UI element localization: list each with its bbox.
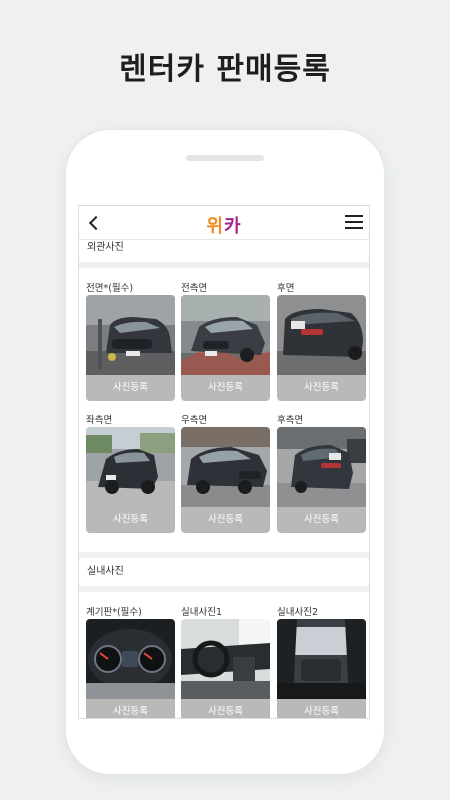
car-photo-right-side[interactable] xyxy=(181,427,270,507)
card-label: 실내사진1 xyxy=(181,607,223,618)
interior-section-header: 실내사진 xyxy=(79,558,369,586)
phone-speaker xyxy=(186,155,264,161)
register-photo-button[interactable]: 사진등록 xyxy=(86,699,175,718)
register-photo-button[interactable]: 사진등록 xyxy=(86,375,175,401)
app-header: 위카 xyxy=(79,206,369,240)
register-photo-button[interactable]: 사진등록 xyxy=(277,699,366,718)
register-photo-button[interactable]: 사진등록 xyxy=(181,699,270,718)
register-photo-button[interactable]: 사진등록 xyxy=(181,375,270,401)
hamburger-icon-line xyxy=(345,221,363,223)
car-photo-left-side[interactable] xyxy=(86,427,175,507)
register-photo-button[interactable]: 사진등록 xyxy=(277,507,366,533)
card-label: 전측면 xyxy=(181,283,208,294)
menu-button[interactable] xyxy=(345,215,363,230)
card-label: 전면*(필수) xyxy=(86,283,134,294)
card-label: 계기판*(필수) xyxy=(86,607,142,618)
card-label: 좌측면 xyxy=(86,415,113,426)
logo-part1: 위 xyxy=(206,216,224,237)
car-photo-interior-2[interactable] xyxy=(277,619,366,699)
interior-section-title: 실내사진 xyxy=(87,566,124,577)
car-photo-interior-1[interactable] xyxy=(181,619,270,699)
logo-part2: 카 xyxy=(224,216,242,237)
app-screen: 위카 외관사진 전면*(필수) 사진등록 전측면 사진등록 후면 사진등록 좌측… xyxy=(78,205,370,719)
card-label: 후면 xyxy=(277,283,295,294)
hamburger-icon xyxy=(345,215,363,217)
register-photo-button[interactable]: 사진등록 xyxy=(277,375,366,401)
promo-title: 렌터카 판매등록 xyxy=(119,52,331,87)
register-photo-button[interactable]: 사진등록 xyxy=(181,507,270,533)
hamburger-icon-line xyxy=(345,227,363,229)
exterior-section-title: 외관사진 xyxy=(87,242,124,253)
card-label: 후측면 xyxy=(277,415,304,426)
car-photo-dashboard[interactable] xyxy=(86,619,175,699)
card-label: 실내사진2 xyxy=(277,607,319,618)
car-photo-front-side[interactable] xyxy=(181,295,270,375)
app-logo: 위카 xyxy=(79,212,369,238)
interior-section: 계기판*(필수) 사진등록 실내사진1 사진등록 실내사진2 사진등록 xyxy=(79,592,369,718)
card-label: 우측면 xyxy=(181,415,208,426)
car-photo-rear[interactable] xyxy=(277,295,366,375)
car-photo-front[interactable] xyxy=(86,295,175,375)
register-photo-button[interactable]: 사진등록 xyxy=(86,507,175,533)
car-photo-rear-side[interactable] xyxy=(277,427,366,507)
exterior-section-header: 외관사진 xyxy=(79,240,369,262)
exterior-section: 전면*(필수) 사진등록 전측면 사진등록 후면 사진등록 좌측면 사진등록 우… xyxy=(79,268,369,552)
